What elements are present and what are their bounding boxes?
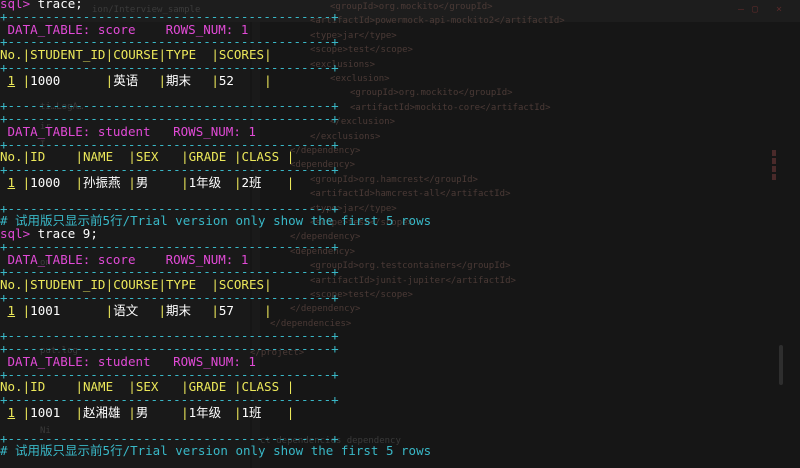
minimize-icon[interactable]: – — [738, 4, 744, 15]
column-separator: | — [264, 302, 272, 318]
sql-terminal-output: sql> trace; +----------------------------… — [0, 0, 460, 458]
trial-version-note: # 试用版只显示前5行/Trial version only show the … — [0, 443, 432, 459]
table-border: +---------------------------------------… — [0, 368, 460, 382]
column-separator: | — [286, 174, 295, 190]
column-separator: | — [286, 405, 295, 420]
minimap-marker — [772, 174, 776, 180]
maximize-icon[interactable]: ▢ — [752, 4, 758, 15]
table-border: +---------------------------------------… — [0, 163, 460, 177]
minimap-marker — [772, 158, 776, 164]
editor-scrollbar[interactable] — [779, 345, 783, 385]
table-border: +---------------------------------------… — [0, 138, 460, 152]
column-separator: | — [264, 72, 272, 88]
table-border: +---------------------------------------… — [0, 393, 460, 407]
trial-note-line: # 试用版只显示前5行/Trial version only show the … — [0, 443, 460, 459]
minimap-marker — [772, 150, 776, 156]
close-icon[interactable]: × — [776, 4, 782, 15]
minimap-marker — [772, 166, 776, 172]
